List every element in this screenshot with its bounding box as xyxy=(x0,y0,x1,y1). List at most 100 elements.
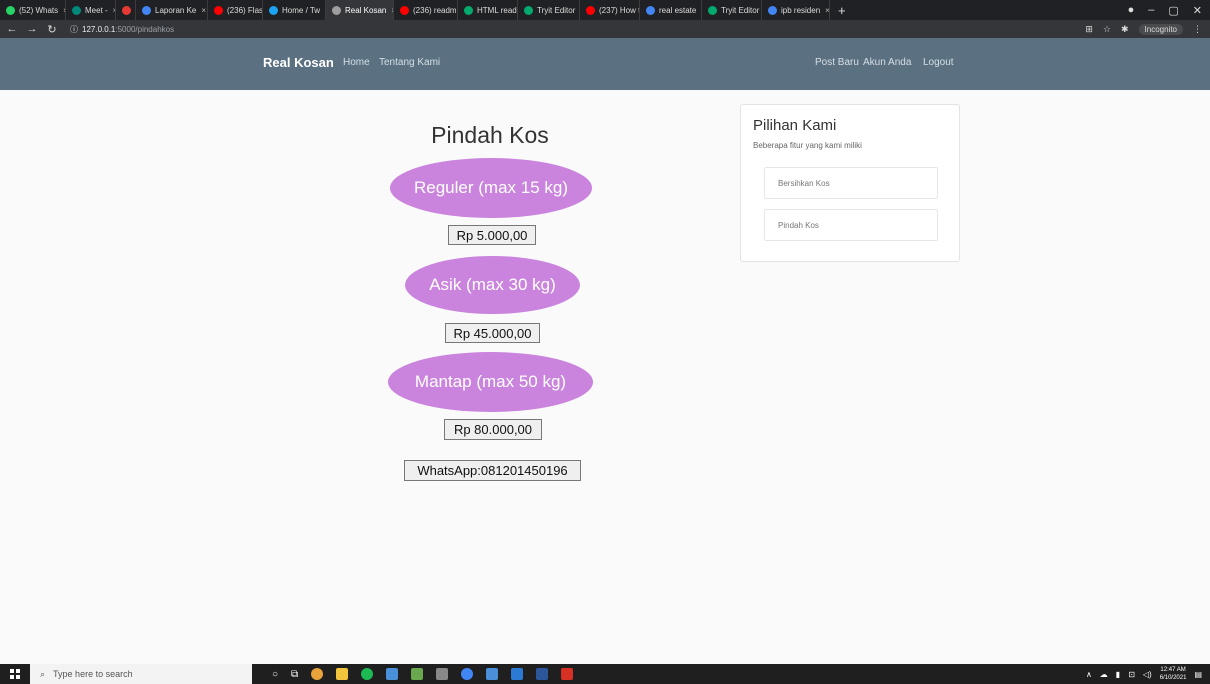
battery-icon[interactable]: ▮ xyxy=(1116,670,1120,679)
tab-title: (237) How t xyxy=(599,5,640,15)
package-mantap-button[interactable]: Mantap (max 50 kg) xyxy=(388,352,593,412)
app-icon[interactable] xyxy=(411,668,424,680)
sidebar-title: Pilihan Kami xyxy=(753,117,837,134)
app-icon[interactable] xyxy=(486,668,499,680)
spotify-icon[interactable] xyxy=(361,668,374,680)
package-asik-button[interactable]: Asik (max 30 kg) xyxy=(405,256,580,314)
file-explorer-icon[interactable] xyxy=(336,668,349,680)
volume-icon[interactable]: ◁) xyxy=(1143,670,1152,679)
tab-favicon-icon xyxy=(332,5,341,15)
tab-favicon-icon xyxy=(142,5,151,15)
price-reguler: Rp 5.000,00 xyxy=(448,225,536,245)
tab-title: Real Kosan xyxy=(345,5,387,15)
sidebar-card: Pilihan Kami Beberapa fitur yang kami mi… xyxy=(740,104,960,262)
bookmark-star-icon[interactable]: ☆ xyxy=(1103,24,1111,35)
toolbar-right: ⊞ ☆ ✱ Incognito ⋮ xyxy=(1085,20,1202,38)
tab-title: real estate xyxy=(659,5,697,15)
package-reguler-button[interactable]: Reguler (max 15 kg) xyxy=(390,158,592,218)
browser-tab[interactable]: (237) How t× xyxy=(580,0,640,20)
cortana-icon[interactable]: ○ xyxy=(272,669,278,680)
price-mantap: Rp 80.000,00 xyxy=(444,419,542,440)
nav-akun-anda[interactable]: Akun Anda xyxy=(863,57,911,68)
epic-games-icon[interactable] xyxy=(436,668,449,680)
browser-tab[interactable]: real estate× xyxy=(640,0,702,20)
nav-post-baru[interactable]: Post Baru xyxy=(815,57,859,68)
sidebar-item-pindah-kos[interactable]: Pindah Kos xyxy=(764,209,938,241)
browser-tab[interactable]: × xyxy=(116,0,136,20)
tab-title: (236) readm xyxy=(413,5,457,15)
browser-tab[interactable]: (236) readm× xyxy=(394,0,458,20)
profile-icon[interactable]: ● xyxy=(1128,4,1135,16)
browser-tab[interactable]: (52) Whats× xyxy=(0,0,66,20)
tab-favicon-icon xyxy=(586,5,595,15)
browser-tab[interactable]: Real Kosan× xyxy=(326,0,394,20)
chevron-up-icon[interactable]: ∧ xyxy=(1086,670,1092,679)
maximize-icon[interactable]: ▢ xyxy=(1168,4,1178,17)
tab-close-icon[interactable]: × xyxy=(201,6,206,15)
browser-tab-strip: (52) Whats×Meet -××Laporan Ke×(236) Flas… xyxy=(0,0,1210,20)
sidebar-subtitle: Beberapa fitur yang kami miliki xyxy=(753,141,862,150)
browser-tab[interactable]: (236) Flask× xyxy=(208,0,263,20)
clock-date: 6/10/2021 xyxy=(1159,675,1187,681)
tab-title: ipb residen xyxy=(781,5,821,15)
browser-tab[interactable]: Home / Tw× xyxy=(263,0,326,20)
new-tab-button[interactable]: + xyxy=(830,3,854,18)
reload-icon[interactable]: ↻ xyxy=(44,23,60,36)
browser-tab[interactable]: ipb residen × xyxy=(762,0,830,20)
clock[interactable]: 12:47 AM 6/10/2021 xyxy=(1160,666,1187,682)
sidebar-item-bersihkan-kos[interactable]: Bersihkan Kos xyxy=(764,167,938,199)
tab-favicon-icon xyxy=(122,5,131,15)
cloud-icon[interactable]: ☁ xyxy=(1100,670,1108,679)
network-icon[interactable]: ⊡ xyxy=(1128,670,1135,679)
menu-kebab-icon[interactable]: ⋮ xyxy=(1193,24,1202,35)
url-field[interactable]: ⓘ 127.0.0.1:5000/pindahkos xyxy=(70,24,174,35)
browser-tab[interactable]: Meet -× xyxy=(66,0,116,20)
vscode-icon[interactable] xyxy=(511,668,524,680)
browser-tab[interactable]: HTML read× xyxy=(458,0,518,20)
nav-tentang-kami[interactable]: Tentang Kami xyxy=(379,57,440,68)
forward-icon[interactable]: → xyxy=(24,23,40,35)
app-icon[interactable] xyxy=(386,668,399,680)
word-icon[interactable] xyxy=(536,668,549,680)
address-bar: ← → ↻ ⓘ 127.0.0.1:5000/pindahkos ⊞ ☆ ✱ I… xyxy=(0,20,1210,38)
tab-favicon-icon xyxy=(269,5,278,15)
taskbar-search-placeholder: Type here to search xyxy=(53,669,133,679)
browser-tab[interactable]: Tryit Editor× xyxy=(702,0,762,20)
page-title: Pindah Kos xyxy=(431,122,549,148)
acrobat-icon[interactable] xyxy=(561,668,574,680)
notifications-icon[interactable]: ▤ xyxy=(1194,670,1202,679)
tab-title: Home / Tw xyxy=(282,5,321,15)
browser-tab[interactable]: Tryit Editor× xyxy=(518,0,580,20)
incognito-badge[interactable]: Incognito xyxy=(1138,23,1183,35)
tab-title: Tryit Editor xyxy=(721,5,760,15)
nav-logout[interactable]: Logout xyxy=(923,57,954,68)
site-navbar: Real Kosan Home Tentang Kami Post Baru A… xyxy=(0,38,1210,90)
url-host: 127.0.0.1 xyxy=(82,24,116,34)
price-asik: Rp 45.000,00 xyxy=(445,323,540,343)
translate-icon[interactable]: ⊞ xyxy=(1085,24,1093,35)
close-window-icon[interactable]: ✕ xyxy=(1193,4,1202,17)
tab-favicon-icon xyxy=(646,5,655,15)
tab-favicon-icon xyxy=(768,5,777,15)
task-view-icon[interactable]: ⧉ xyxy=(291,669,298,680)
minimize-icon[interactable]: – xyxy=(1148,4,1154,16)
search-icon: ⌕ xyxy=(40,668,46,679)
brand-link[interactable]: Real Kosan xyxy=(263,55,334,70)
url-path: :5000/pindahkos xyxy=(115,24,175,34)
system-tray: ∧ ☁ ▮ ⊡ ◁) 12:47 AM 6/10/2021 ▤ xyxy=(1086,664,1202,684)
browser-tab[interactable]: Laporan Ke × xyxy=(136,0,208,20)
whatsapp-contact[interactable]: WhatsApp:081201450196 xyxy=(404,460,581,481)
chrome-icon[interactable] xyxy=(311,668,324,680)
tab-favicon-icon xyxy=(708,5,717,15)
tab-title: Meet - xyxy=(85,5,108,15)
tab-favicon-icon xyxy=(6,5,15,15)
tab-title: (52) Whats xyxy=(19,5,59,15)
info-icon[interactable]: ⓘ xyxy=(70,24,78,35)
chrome-icon[interactable] xyxy=(461,668,474,680)
nav-home[interactable]: Home xyxy=(343,57,370,68)
windows-start-icon[interactable] xyxy=(0,664,30,684)
windows-taskbar: ⌕ Type here to search ○ ⧉ ∧ ☁ ▮ ⊡ ◁) 12:… xyxy=(0,664,1210,684)
extensions-icon[interactable]: ✱ xyxy=(1121,24,1129,35)
back-icon[interactable]: ← xyxy=(4,23,20,35)
taskbar-search-input[interactable]: ⌕ Type here to search xyxy=(30,664,252,684)
